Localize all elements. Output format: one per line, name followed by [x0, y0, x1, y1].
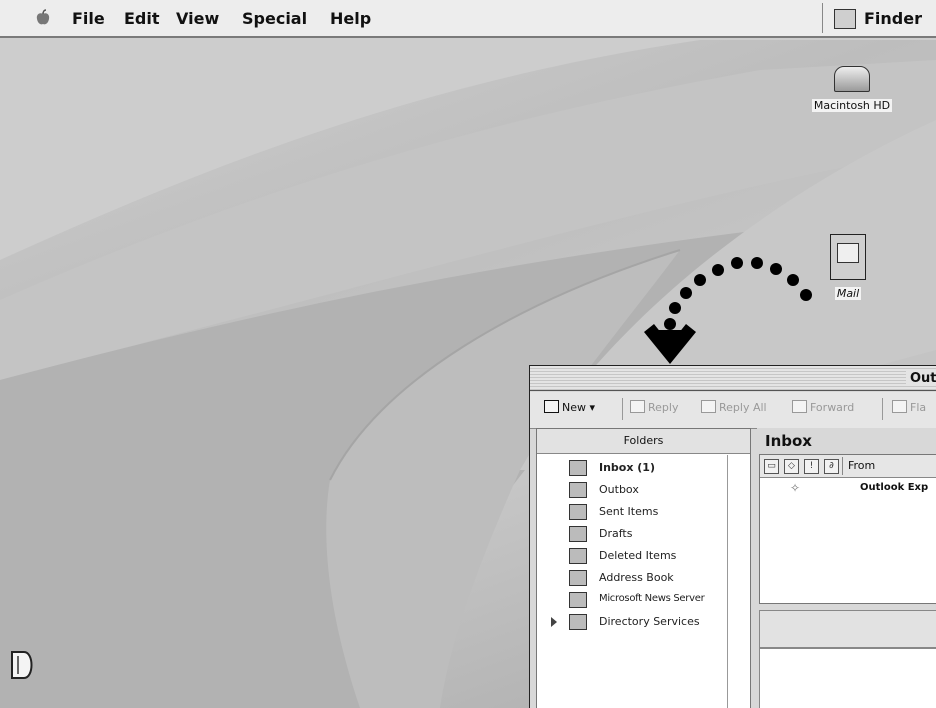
folders-pane: Folders Inbox (1) Outbox Sent Items Draf…	[536, 428, 751, 708]
hard-disk-icon	[834, 66, 870, 92]
new-message-icon	[544, 400, 559, 413]
folder-label: Microsoft News Server	[599, 593, 705, 604]
folder-label: Outbox	[599, 483, 639, 496]
drag-arrow-icon	[644, 257, 812, 364]
menu-bar: File Edit View Special Help Finder	[0, 0, 936, 38]
message-list: ▭ ◇ ! ∂ From ✧ Outlook Exp	[759, 454, 936, 604]
folder-label: Deleted Items	[599, 549, 677, 562]
new-button[interactable]: New ▾	[544, 400, 595, 414]
column-header: ▭ ◇ ! ∂ From	[760, 455, 936, 478]
reply-button[interactable]: Reply	[630, 400, 678, 414]
mail-label: Mail	[834, 287, 862, 300]
menu-special[interactable]: Special	[242, 9, 307, 28]
apple-menu-icon[interactable]	[34, 9, 52, 27]
folder-inbox[interactable]: Inbox (1)	[537, 457, 727, 479]
macintosh-hd-label: Macintosh HD	[811, 99, 893, 112]
address-book-icon	[569, 570, 587, 586]
paperclip-column-icon[interactable]: ∂	[824, 459, 839, 474]
unread-flag-icon: ✧	[790, 481, 801, 495]
window-title: Outl	[906, 371, 936, 386]
toolbar: New ▾ Reply Reply All Forward Fla	[530, 392, 936, 429]
reply-label: Reply	[648, 401, 679, 414]
folder-address-book[interactable]: Address Book	[537, 567, 727, 589]
forward-label: Forward	[810, 401, 855, 414]
menu-separator	[822, 3, 823, 33]
inbox-pane: Inbox ▭ ◇ ! ∂ From ✧ Outlook Exp	[757, 428, 936, 708]
flag-button[interactable]: Fla	[892, 400, 926, 414]
drafts-icon	[569, 526, 587, 542]
menu-help[interactable]: Help	[330, 9, 371, 28]
reply-all-button[interactable]: Reply All	[701, 400, 767, 414]
outbox-icon	[569, 482, 587, 498]
inbox-title: Inbox	[765, 432, 812, 450]
news-server-icon	[569, 592, 587, 608]
title-bar[interactable]: Outl	[530, 366, 936, 391]
folder-deleted-items[interactable]: Deleted Items	[537, 545, 727, 567]
flag-column-icon[interactable]: ◇	[784, 459, 799, 474]
directory-services-icon	[569, 614, 587, 630]
flag-icon	[892, 400, 907, 413]
folder-label: Inbox (1)	[599, 461, 655, 474]
priority-column-icon[interactable]: !	[804, 459, 819, 474]
folder-label: Drafts	[599, 527, 633, 540]
preview-pane	[759, 648, 936, 708]
forward-icon	[792, 400, 807, 413]
reply-all-icon	[701, 400, 716, 413]
menu-edit[interactable]: Edit	[124, 9, 160, 28]
reply-all-label: Reply All	[719, 401, 767, 414]
macintosh-hd-desktop-icon[interactable]: Macintosh HD	[800, 66, 904, 113]
folder-label: Address Book	[599, 571, 674, 584]
folder-outbox[interactable]: Outbox	[537, 479, 727, 501]
message-row[interactable]: ✧ Outlook Exp	[760, 478, 936, 498]
folder-sent-items[interactable]: Sent Items	[537, 501, 727, 523]
toolbar-separator	[622, 398, 623, 420]
reply-icon	[630, 400, 645, 413]
sent-items-icon	[569, 504, 587, 520]
folders-header: Folders	[537, 429, 750, 454]
column-from[interactable]: From	[841, 457, 875, 475]
mail-icon	[830, 234, 866, 280]
menu-file[interactable]: File	[72, 9, 105, 28]
new-label: New	[562, 401, 586, 414]
desktop: File Edit View Special Help Finder Macin…	[0, 0, 936, 708]
inbox-icon	[569, 460, 587, 476]
attachment-column-icon[interactable]: ▭	[764, 459, 779, 474]
disclosure-triangle-icon[interactable]	[551, 617, 557, 627]
forward-button[interactable]: Forward	[792, 400, 854, 414]
folder-directory-services[interactable]: Directory Services	[537, 611, 727, 633]
message-from: Outlook Exp	[860, 482, 929, 493]
deleted-items-icon	[569, 548, 587, 564]
preview-header	[759, 610, 936, 648]
folder-label: Directory Services	[599, 615, 700, 628]
application-name: Finder	[864, 9, 922, 28]
folder-drafts[interactable]: Drafts	[537, 523, 727, 545]
folder-news-server[interactable]: Microsoft News Server	[537, 589, 727, 611]
folder-list: Inbox (1) Outbox Sent Items Drafts Delet…	[537, 455, 728, 708]
flag-label: Fla	[910, 401, 927, 414]
finder-icon	[834, 9, 856, 29]
folder-label: Sent Items	[599, 505, 659, 518]
toolbar-separator	[882, 398, 883, 420]
menu-view[interactable]: View	[176, 9, 219, 28]
outlook-express-window: Outl New ▾ Reply Reply All Forward Fla F…	[529, 365, 936, 708]
drive-tab-icon[interactable]	[10, 650, 36, 680]
